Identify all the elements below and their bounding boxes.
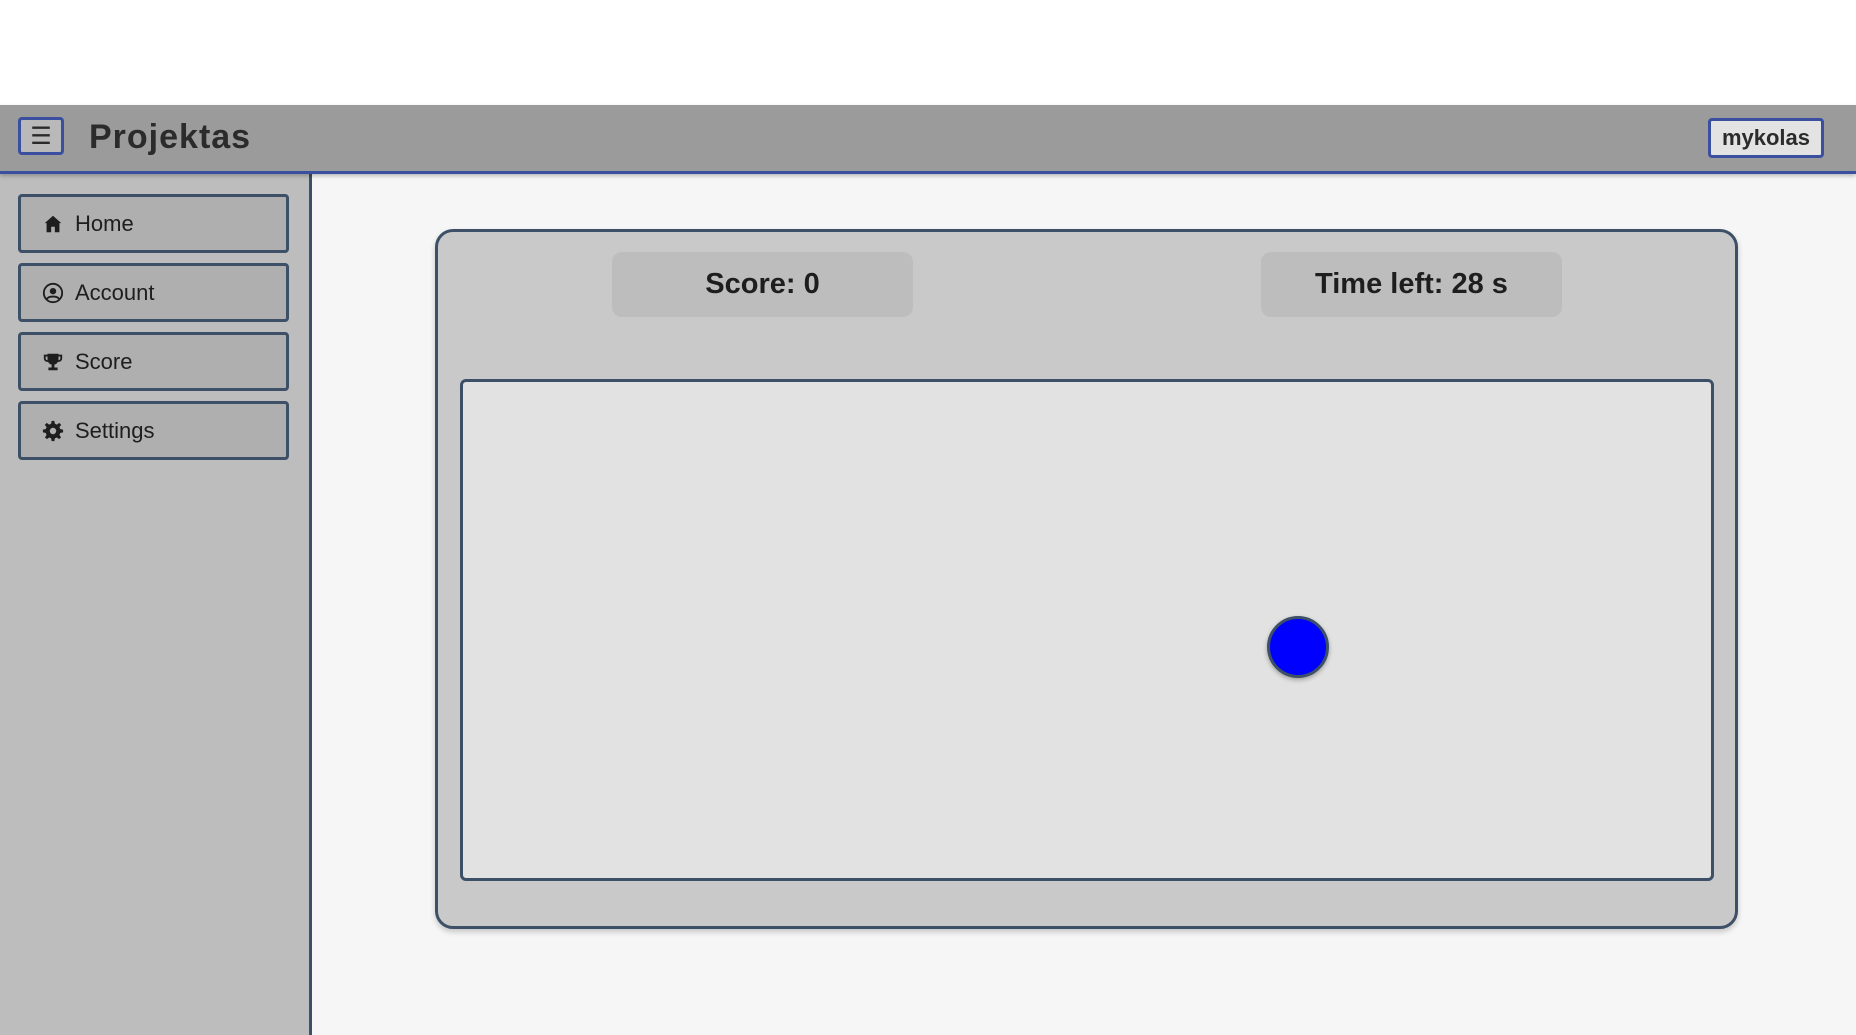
user-account-button[interactable]: mykolas	[1707, 118, 1824, 158]
sidebar-item-score[interactable]: Score	[18, 332, 289, 391]
top-blank-area	[0, 0, 1856, 105]
score-display: Score: 0	[612, 252, 913, 317]
app-title: Projektas	[89, 118, 252, 156]
sidebar-item-label: Settings	[75, 417, 155, 443]
sidebar-item-label: Account	[75, 279, 155, 305]
trophy-icon	[41, 350, 65, 374]
sidebar-item-home[interactable]: Home	[18, 194, 289, 253]
gear-icon	[41, 419, 65, 443]
sidebar-item-label: Home	[75, 210, 134, 236]
app-header: ☰ Projektas mykolas	[0, 105, 1856, 174]
home-icon	[41, 212, 65, 236]
sidebar: Home Account Score Settings	[0, 174, 312, 1035]
menu-toggle-button[interactable]: ☰	[18, 117, 64, 155]
sidebar-item-settings[interactable]: Settings	[18, 401, 289, 460]
game-play-area[interactable]	[460, 379, 1714, 881]
hamburger-icon: ☰	[30, 122, 52, 150]
sidebar-item-label: Score	[75, 348, 133, 374]
game-panel: Score: 0 Time left: 28 s	[435, 229, 1738, 929]
app: ☰ Projektas mykolas Home Account Score S…	[0, 105, 1856, 1035]
sidebar-item-account[interactable]: Account	[18, 263, 289, 322]
main-content: Score: 0 Time left: 28 s	[312, 174, 1856, 1035]
target-circle[interactable]	[1267, 616, 1329, 678]
user-circle-icon	[41, 281, 65, 305]
time-left-display: Time left: 28 s	[1261, 252, 1562, 317]
